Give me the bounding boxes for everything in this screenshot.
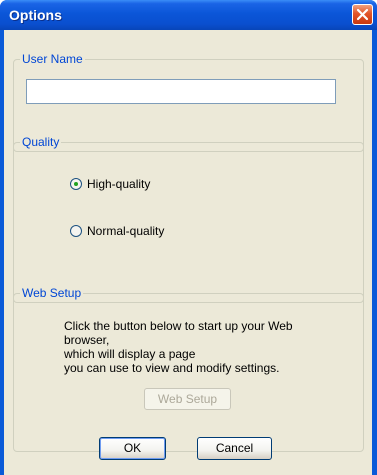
quality-group-label: Quality [20,135,62,149]
radio-button-selected[interactable] [70,178,82,190]
dialog-body: User Name Quality High-quality Normal-qu… [4,30,372,475]
radio-high-quality[interactable]: High-quality [70,177,150,191]
web-setup-description: Click the button below to start up your … [64,319,354,375]
close-button[interactable] [352,4,373,25]
close-icon [356,8,369,21]
quality-group: Quality [13,135,364,303]
web-setup-button[interactable]: Web Setup [144,388,231,410]
user-name-input[interactable] [26,79,336,104]
cancel-button[interactable]: Cancel [197,437,272,460]
radio-label-normal-quality: Normal-quality [87,224,165,238]
options-dialog: Options User Name Quality High-quality N… [0,0,377,475]
radio-button-unselected[interactable] [70,225,82,237]
radio-label-high-quality: High-quality [87,177,151,191]
web-setup-description-line: which will display a page [64,347,196,361]
title-bar[interactable]: Options [0,0,377,30]
radio-normal-quality[interactable]: Normal-quality [70,224,164,238]
web-setup-description-line: browser, [64,333,110,347]
web-setup-group-label: Web Setup [20,286,84,300]
web-setup-description-line: Click the button below to start up your … [64,319,293,333]
user-name-group-label: User Name [20,52,85,66]
dialog-title: Options [9,7,62,23]
ok-button[interactable]: OK [99,437,166,460]
user-name-group: User Name [13,52,364,152]
web-setup-description-line: you can use to view and modify settings. [64,361,280,375]
